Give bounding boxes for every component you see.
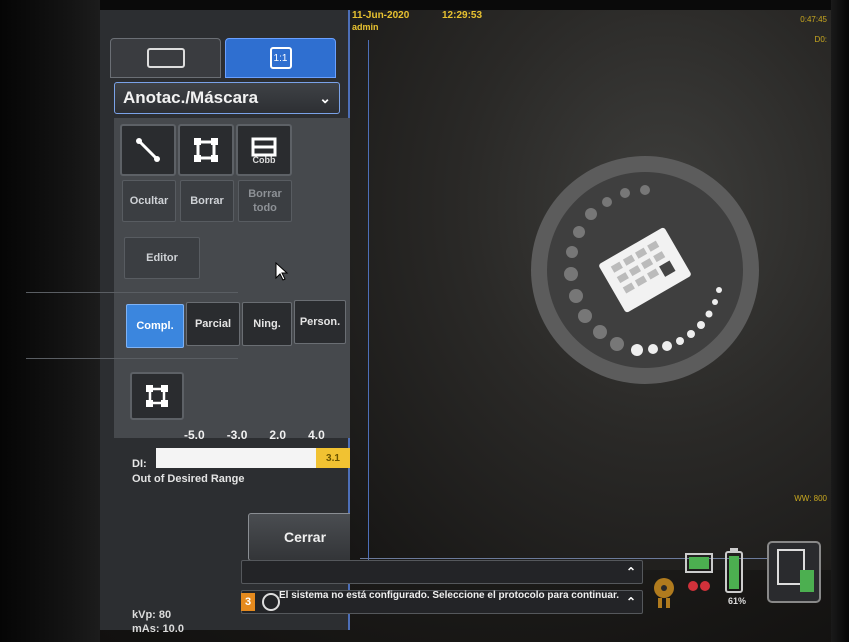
di-bar: 3.1: [156, 448, 350, 468]
mask-divider: [26, 358, 238, 359]
monitor-bezel-left: [0, 0, 100, 642]
delete-all-button[interactable]: Borrar todo: [238, 180, 292, 222]
range-status-text: Out of Desired Range: [132, 473, 245, 485]
di-tick: -3.0: [226, 428, 248, 442]
chevron-up-icon[interactable]: ⌃: [626, 565, 636, 579]
kvp-value: kVp: 80: [132, 609, 172, 621]
system-message-text: El sistema no está configurado. Seleccio…: [279, 589, 620, 601]
corner-info-line: D0:: [814, 35, 827, 44]
cobb-tool-button[interactable]: Cobb: [236, 124, 292, 176]
delete-button[interactable]: Borrar: [180, 180, 234, 222]
editor-button[interactable]: Editor: [124, 237, 200, 279]
radiation-icon: [654, 578, 674, 608]
scanner-icon: [146, 48, 185, 68]
tab-acquisition[interactable]: [110, 38, 221, 78]
mask-mode-complete[interactable]: Compl.: [126, 304, 184, 348]
monitor-bezel-right: [831, 0, 849, 642]
not-configured-icon: [262, 593, 280, 611]
tab-image[interactable]: 1:1: [225, 38, 336, 78]
mas-value: mAs: 10.0: [132, 623, 184, 635]
di-tick: 2.0: [269, 428, 287, 442]
shape-tool-icon: [194, 138, 218, 162]
shape-tool-button[interactable]: [178, 124, 234, 176]
line-tool-icon: [136, 138, 160, 162]
cobb-caption: Cobb: [252, 155, 276, 165]
mask-mode-partial[interactable]: Parcial: [186, 302, 240, 346]
status-icons: 61%: [648, 540, 848, 610]
di-tick: -5.0: [184, 428, 205, 442]
di-scale-ticks: -5.0 -3.0 2.0 4.0: [184, 428, 334, 442]
processing-spinner-icon: [531, 156, 759, 384]
detector-tray-icon[interactable]: [766, 540, 822, 604]
di-marker: 3.1: [316, 448, 350, 468]
mode-dropdown[interactable]: Anotac./Máscara ⌄: [114, 82, 340, 114]
viewer-border: [368, 40, 369, 570]
panel-tabs: 1:1: [110, 38, 336, 78]
mask-mode-none[interactable]: Ning.: [242, 302, 292, 346]
di-tick: 4.0: [308, 428, 325, 442]
hide-button[interactable]: Ocultar: [122, 180, 176, 222]
operator-name: admin: [352, 22, 379, 32]
mask-mode-custom[interactable]: Person.: [294, 300, 346, 344]
message-count-badge: 3: [241, 593, 255, 611]
study-time: 12:29:53: [442, 10, 483, 21]
chevron-up-icon[interactable]: ⌃: [626, 595, 636, 609]
battery-icon: [725, 548, 743, 593]
mode-dropdown-label: Anotac./Máscara: [123, 88, 259, 107]
message-bar: ⌃ 3 El sistema no está configurado. Sele…: [235, 560, 643, 620]
window-level-label: WW: 800: [794, 494, 827, 503]
study-date: 11-Jun-2020: [352, 10, 410, 21]
corner-info-line: 0:47:45: [800, 15, 827, 24]
image-viewer[interactable]: 11-Jun-2020 12:29:53 admin 0:47:45 D0: W…: [350, 10, 831, 570]
chevron-down-icon: ⌄: [319, 89, 331, 106]
info-message-row[interactable]: ⌃: [241, 560, 643, 584]
system-message-row[interactable]: 3 El sistema no está configurado. Selecc…: [241, 590, 643, 614]
line-tool-button[interactable]: [120, 124, 176, 176]
di-label: DI:: [132, 458, 147, 470]
close-button[interactable]: Cerrar: [248, 513, 362, 561]
exposure-params: kVp: 80 mAs: 10.0: [132, 608, 184, 636]
image-icon: 1:1: [269, 47, 292, 69]
mouse-cursor-icon: [275, 262, 289, 281]
detector-status-icon: [685, 553, 713, 591]
battery-percentage: 61%: [728, 596, 747, 606]
tools-divider: [26, 292, 238, 293]
monitor-bezel-top: [0, 0, 849, 10]
corner-info: 0:47:45 D0:: [800, 10, 827, 50]
mask-shape-button[interactable]: [130, 372, 184, 420]
mask-shape-icon: [146, 385, 168, 407]
